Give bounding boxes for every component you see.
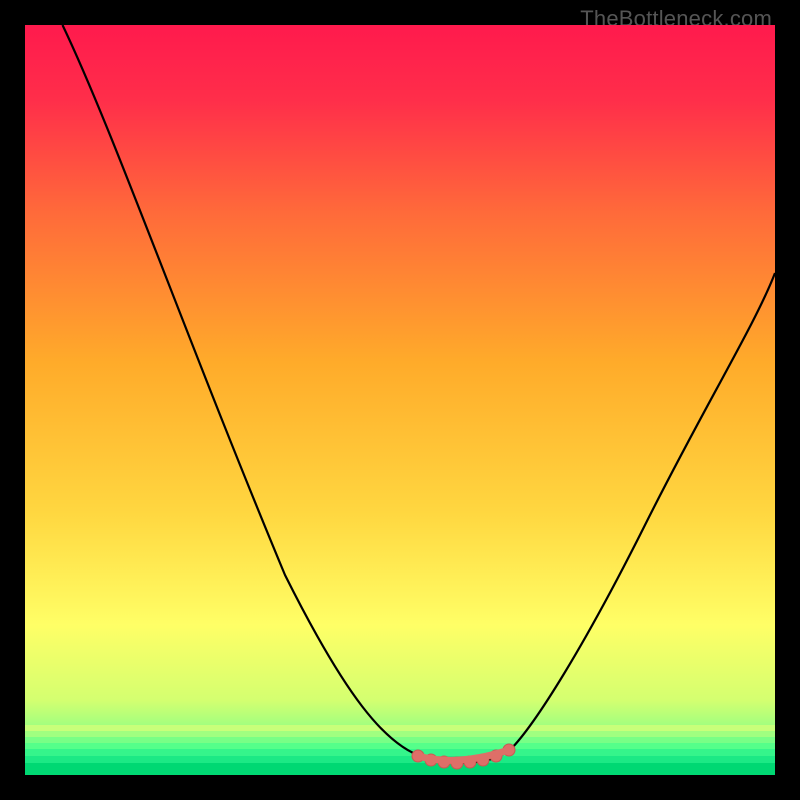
plot-area — [25, 25, 775, 775]
chart-stage: TheBottleneck.com — [0, 0, 800, 800]
gradient-background — [25, 25, 775, 775]
chart-svg — [25, 25, 775, 775]
green-bands — [25, 725, 775, 775]
